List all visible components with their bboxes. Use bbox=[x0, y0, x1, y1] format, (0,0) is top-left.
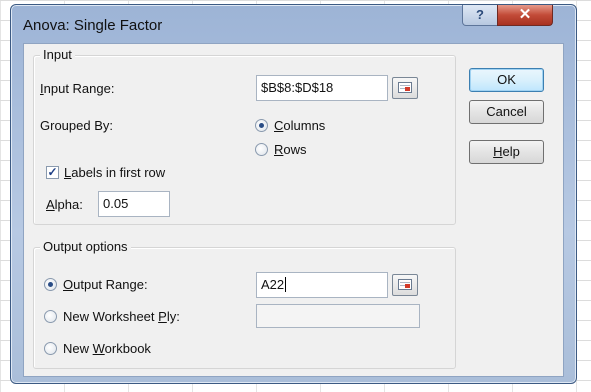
title-help-button[interactable]: ? bbox=[462, 5, 498, 26]
new-worksheet-ply-radio[interactable] bbox=[44, 310, 57, 323]
dialog-title: Anova: Single Factor bbox=[23, 17, 163, 34]
input-range-collapse-button[interactable] bbox=[392, 77, 418, 99]
output-range-collapse-button[interactable] bbox=[392, 274, 418, 296]
output-range-field[interactable]: A22 bbox=[256, 272, 388, 298]
range-select-icon bbox=[398, 82, 412, 93]
cancel-button[interactable]: Cancel bbox=[469, 100, 544, 124]
new-worksheet-ply-label[interactable]: New Worksheet Ply: bbox=[63, 309, 180, 324]
range-select-icon bbox=[398, 279, 412, 290]
alpha-label: Alpha: bbox=[46, 197, 83, 212]
labels-checkbox-label[interactable]: Labels in first row bbox=[64, 165, 165, 180]
new-worksheet-ply-field[interactable] bbox=[256, 304, 420, 328]
labels-checkbox[interactable]: ✓ bbox=[46, 166, 59, 179]
close-x-icon: ✕ bbox=[518, 6, 532, 23]
rows-radio[interactable] bbox=[255, 143, 268, 156]
output-options-label: Output options bbox=[40, 239, 131, 254]
dialog-client-area: Input Input Range: $B$8:$D$18 Grouped By… bbox=[23, 43, 564, 377]
output-range-label[interactable]: Output Range: bbox=[63, 277, 148, 292]
rows-radio-label[interactable]: Rows bbox=[274, 142, 307, 157]
alpha-field[interactable]: 0.05 bbox=[98, 191, 170, 217]
help-button[interactable]: Help bbox=[469, 140, 544, 164]
input-range-label: Input Range: bbox=[40, 81, 115, 96]
question-mark-icon: ? bbox=[476, 7, 484, 22]
input-range-field[interactable]: $B$8:$D$18 bbox=[256, 75, 388, 101]
new-workbook-radio[interactable] bbox=[44, 342, 57, 355]
checkmark-icon: ✓ bbox=[47, 165, 58, 179]
title-close-button[interactable]: ✕ bbox=[497, 5, 553, 26]
grouped-by-label: Grouped By: bbox=[40, 118, 113, 133]
ok-button[interactable]: OK bbox=[469, 68, 544, 92]
anova-dialog: Anova: Single Factor ? ✕ Input Input Ran… bbox=[10, 4, 577, 384]
output-range-radio[interactable] bbox=[44, 278, 57, 291]
input-group-label: Input bbox=[40, 47, 75, 62]
text-caret bbox=[285, 277, 287, 292]
columns-radio[interactable] bbox=[255, 119, 268, 132]
columns-radio-label[interactable]: Columns bbox=[274, 118, 325, 133]
new-workbook-label[interactable]: New Workbook bbox=[63, 341, 151, 356]
